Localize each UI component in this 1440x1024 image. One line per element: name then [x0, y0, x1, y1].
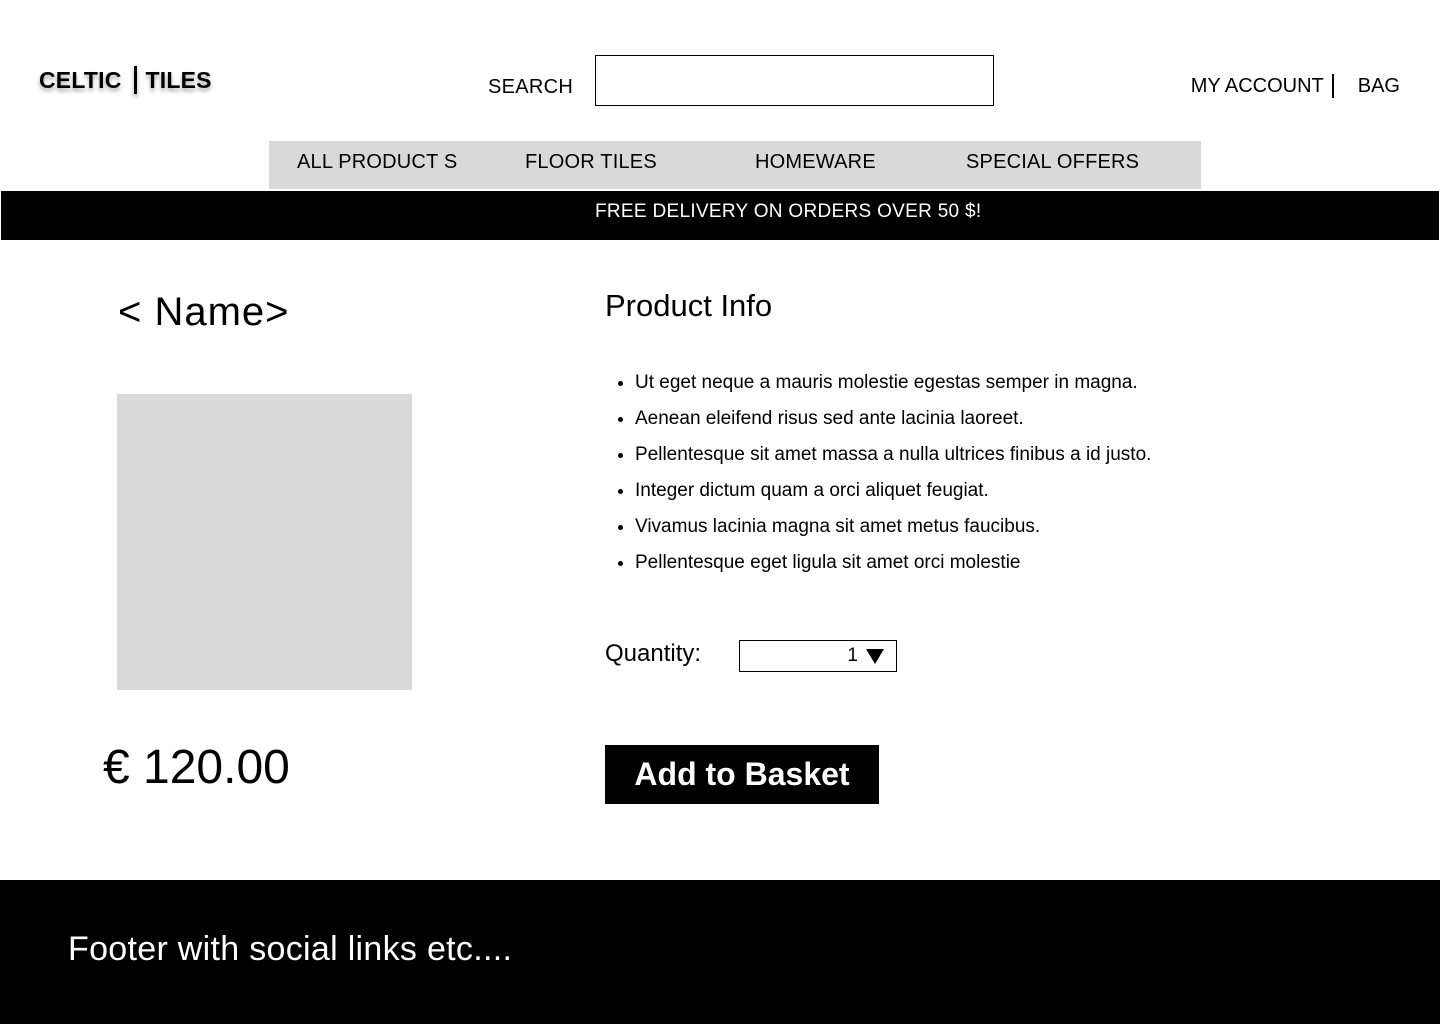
add-to-basket-button[interactable]: Add to Basket [605, 745, 879, 804]
logo-text-tiles: TILES [145, 66, 212, 93]
product-image-placeholder [117, 394, 412, 690]
product-info-item: Integer dictum quam a orci aliquet feugi… [635, 478, 1151, 514]
search-label: SEARCH [488, 76, 574, 98]
product-page: CELTIC TILES SEARCH MY ACCOUNT BAG ALL P… [0, 0, 1440, 1024]
quantity-label: Quantity: [605, 640, 702, 667]
nav-item-all-products[interactable]: ALL PRODUCT S [297, 151, 457, 174]
logo-separator [133, 66, 137, 94]
bag-link[interactable]: BAG [1358, 75, 1400, 98]
delivery-banner-text: FREE DELIVERY ON ORDERS OVER 50 $! [595, 201, 982, 222]
quantity-select[interactable]: 1 [739, 640, 897, 672]
quantity-value: 1 [847, 645, 858, 666]
account-divider [1331, 74, 1334, 98]
my-account-link[interactable]: MY ACCOUNT [1191, 75, 1324, 98]
product-info-item: Pellentesque sit amet massa a nulla ultr… [635, 442, 1151, 478]
logo[interactable]: CELTIC TILES [39, 66, 212, 94]
product-info-item: Ut eget neque a mauris molestie egestas … [635, 370, 1151, 406]
account-links: MY ACCOUNT BAG [1191, 74, 1400, 98]
product-info-item: Pellentesque eget ligula sit amet orci m… [635, 550, 1151, 586]
dropdown-arrow-icon [866, 649, 884, 664]
product-info-list: Ut eget neque a mauris molestie egestas … [605, 370, 1151, 586]
footer: Footer with social links etc.... [0, 880, 1440, 1024]
product-price: € 120.00 [103, 741, 290, 794]
delivery-banner: FREE DELIVERY ON ORDERS OVER 50 $! [1, 191, 1439, 240]
search-input[interactable] [595, 55, 994, 106]
nav-item-floor-tiles[interactable]: FLOOR TILES [525, 151, 657, 174]
main-nav: ALL PRODUCT S FLOOR TILES HOMEWARE SPECI… [269, 141, 1201, 189]
logo-text-celtic: CELTIC [39, 66, 122, 93]
product-info-title: Product Info [605, 288, 773, 323]
footer-text: Footer with social links etc.... [68, 930, 513, 968]
product-info-item: Vivamus lacinia magna sit amet metus fau… [635, 514, 1151, 550]
product-name: < Name> [118, 290, 290, 334]
nav-item-special-offers[interactable]: SPECIAL OFFERS [966, 151, 1139, 174]
nav-item-homeware[interactable]: HOMEWARE [755, 151, 876, 174]
product-info-item: Aenean eleifend risus sed ante lacinia l… [635, 406, 1151, 442]
